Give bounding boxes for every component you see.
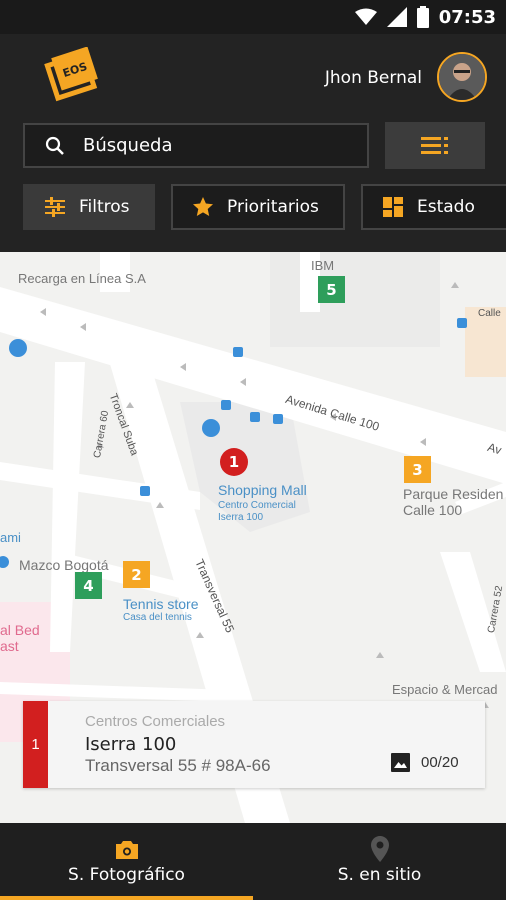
map-marker-4[interactable]: 4 [75, 572, 102, 599]
card-title: Iserra 100 [85, 734, 177, 755]
search-label: Búsqueda [83, 135, 173, 156]
tab-onsite[interactable]: S. en sitio [253, 823, 506, 900]
chip-label: Estado [417, 197, 475, 217]
map-label: Casa del tennis [123, 612, 192, 623]
chip-label: Filtros [79, 197, 130, 217]
map-marker-5[interactable]: 5 [318, 276, 345, 303]
map-marker-1[interactable]: 1 [220, 448, 248, 476]
map-label: ami [0, 530, 21, 545]
photo-count: 00/20 [421, 754, 459, 771]
star-icon [193, 197, 213, 216]
map-marker-2[interactable]: 2 [123, 561, 150, 588]
sliders-icon [45, 197, 65, 217]
map-marker-3[interactable]: 3 [404, 456, 431, 483]
search-icon [45, 136, 64, 155]
user-name: Jhon Bernal [324, 68, 422, 88]
battery-icon [416, 6, 429, 28]
map-label: Shopping Mall [218, 482, 307, 498]
app-header: EOS Jhon Bernal Búsqueda Filtros Priorit… [0, 34, 506, 252]
dashboard-icon [383, 197, 403, 217]
map-label: Mazco Bogotá [19, 557, 109, 573]
photo-icon [391, 753, 410, 772]
clock: 07:53 [438, 6, 496, 28]
bottom-navigation: S. Fotográfico S. en sitio [0, 823, 506, 900]
place-card[interactable]: 1 Centros Comerciales Iserra 100 Transve… [23, 701, 485, 788]
map-label: Calle 100 [403, 502, 463, 518]
avatar[interactable] [437, 52, 487, 102]
card-category: Centros Comerciales [85, 713, 226, 730]
camera-icon [115, 841, 138, 859]
card-number: 1 [23, 701, 48, 788]
filter-chip-prioritarios[interactable]: Prioritarios [171, 184, 345, 230]
map-label: IBM [311, 258, 335, 273]
map-label: Parque Residen [403, 486, 504, 502]
tab-label: S. Fotográfico [68, 865, 185, 885]
signal-icon [386, 7, 407, 27]
map-label: Iserra 100 [218, 512, 264, 523]
map-label: Recarga en Línea S.A [18, 271, 146, 286]
location-pin-icon [370, 836, 389, 862]
list-menu-button[interactable] [385, 122, 485, 169]
list-menu-icon [421, 136, 448, 154]
eos-logo: EOS [44, 47, 98, 102]
tab-label: S. en sitio [337, 865, 422, 885]
status-bar: 07:53 [0, 0, 506, 34]
street-label: Calle [478, 308, 501, 319]
filter-chip-filtros[interactable]: Filtros [23, 184, 155, 230]
map-label: al Bed [0, 622, 40, 638]
map-label: Tennis store [123, 596, 199, 612]
filter-chip-estado[interactable]: Estado [361, 184, 506, 230]
map-label: ast [0, 638, 19, 654]
map-label: Centro Comercial [218, 500, 296, 511]
wifi-icon [354, 8, 377, 25]
map-label: Espacio & Mercad [392, 682, 498, 697]
tab-photographic[interactable]: S. Fotográfico [0, 823, 253, 900]
chip-label: Prioritarios [227, 197, 319, 217]
card-address: Transversal 55 # 98A-66 [85, 756, 271, 775]
search-field[interactable]: Búsqueda [23, 123, 369, 168]
